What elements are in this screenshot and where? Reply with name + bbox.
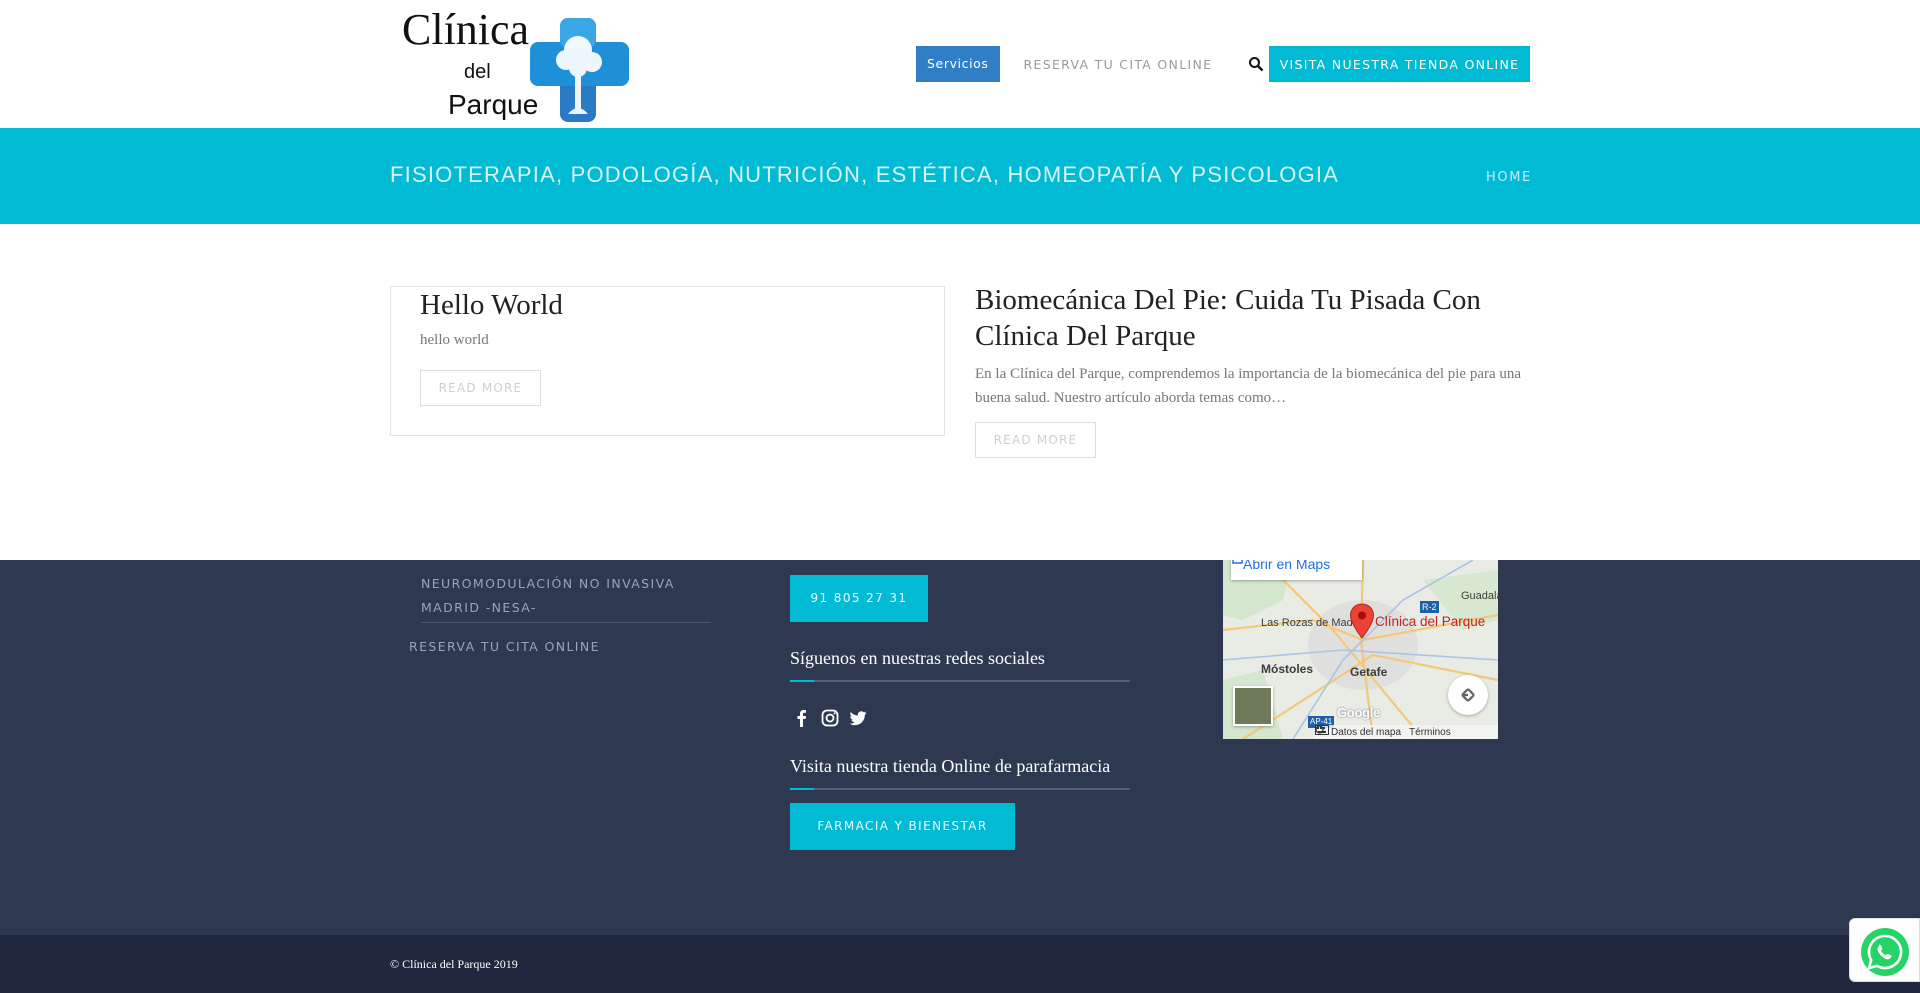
map-label-getafe: Getafe bbox=[1350, 665, 1388, 679]
bottom-bar: © Clínica del Parque 2019 bbox=[0, 935, 1920, 993]
search-icon[interactable] bbox=[1248, 56, 1264, 72]
social-heading: Síguenos en nuestras redes sociales bbox=[790, 648, 1045, 668]
page-title: FISIOTERAPIA, PODOLOGÍA, NUTRICIÓN, ESTÉ… bbox=[390, 162, 1340, 187]
heading-underline bbox=[790, 788, 1130, 790]
social-links bbox=[792, 708, 876, 728]
whatsapp-widget[interactable] bbox=[1849, 918, 1920, 982]
svg-text:del: del bbox=[464, 61, 491, 83]
post-card: Biomecánica Del Pie: Cuida Tu Pisada Con… bbox=[975, 282, 1535, 462]
footer-divider bbox=[421, 622, 711, 623]
phone-button[interactable]: 91 805 27 31 bbox=[790, 575, 928, 622]
map-footer-bar: Datos del mapa Términos bbox=[1315, 725, 1498, 739]
site-header: Clínica del Parque Servicios RESERVA TU … bbox=[0, 0, 1920, 128]
map-pin-icon[interactable] bbox=[1349, 603, 1375, 639]
whatsapp-icon bbox=[1861, 928, 1909, 976]
footer-service-link[interactable]: NEUROMODULACIÓN NO INVASIVA MADRID -NESA… bbox=[421, 572, 711, 620]
fullscreen-icon[interactable] bbox=[1448, 675, 1488, 715]
open-in-maps-link[interactable]: Abrir en Maps bbox=[1231, 560, 1362, 580]
copyright: © Clínica del Parque 2019 bbox=[390, 957, 518, 971]
heading-underline bbox=[790, 680, 1130, 682]
google-logo: Google bbox=[1337, 705, 1380, 720]
breadcrumb-home[interactable]: HOME bbox=[1486, 170, 1532, 185]
footer-reserva-link[interactable]: RESERVA TU CITA ONLINE bbox=[409, 639, 600, 654]
page-title-band: FISIOTERAPIA, PODOLOGÍA, NUTRICIÓN, ESTÉ… bbox=[0, 128, 1920, 224]
map-label-mostoles: Móstoles bbox=[1261, 662, 1314, 676]
post-excerpt: En la Clínica del Parque, comprendemos l… bbox=[975, 366, 1522, 406]
post-excerpt: hello world bbox=[420, 332, 489, 348]
logo-graphic: Clínica del Parque bbox=[402, 5, 629, 122]
site-footer: NEUROMODULACIÓN NO INVASIVA MADRID -NESA… bbox=[0, 560, 1920, 935]
map-label-r2: R-2 bbox=[1420, 601, 1439, 613]
google-map[interactable]: Las Rozas de Madrid Móstoles Getafe Guad… bbox=[1223, 560, 1498, 739]
nav-reserva-cita[interactable]: RESERVA TU CITA ONLINE bbox=[1024, 57, 1213, 72]
read-more-button[interactable]: READ MORE bbox=[975, 422, 1096, 458]
post-title[interactable]: Biomecánica Del Pie: Cuida Tu Pisada Con… bbox=[975, 282, 1535, 354]
svg-text:Parque: Parque bbox=[448, 89, 538, 120]
open-in-maps-label: Abrir en Maps bbox=[1243, 560, 1331, 572]
nav-servicios[interactable]: Servicios bbox=[916, 46, 1000, 82]
facebook-icon[interactable] bbox=[792, 708, 812, 728]
svg-text:Clínica: Clínica bbox=[402, 5, 529, 54]
read-more-button[interactable]: READ MORE bbox=[420, 370, 541, 406]
satellite-toggle[interactable] bbox=[1233, 686, 1273, 726]
shop-heading: Visita nuestra tienda Online de parafarm… bbox=[790, 756, 1111, 776]
visit-shop-button[interactable]: VISITA NUESTRA TIENDA ONLINE bbox=[1269, 46, 1530, 82]
map-data-link[interactable]: Datos del mapa bbox=[1331, 727, 1401, 738]
farmacia-button[interactable]: FARMACIA Y BIENESTAR bbox=[790, 803, 1015, 850]
post-title[interactable]: Hello World bbox=[420, 289, 563, 322]
twitter-icon[interactable] bbox=[848, 708, 868, 728]
map-terms-link[interactable]: Términos bbox=[1409, 727, 1451, 738]
main-nav: Servicios RESERVA TU CITA ONLINE bbox=[916, 46, 1264, 82]
map-place-label[interactable]: Clínica del Parque bbox=[1375, 614, 1485, 629]
instagram-icon[interactable] bbox=[820, 708, 840, 728]
clinic-logo[interactable]: Clínica del Parque bbox=[400, 2, 632, 122]
post-card: Hello World hello world READ MORE bbox=[390, 286, 945, 436]
map-label-guadala: Guadala bbox=[1461, 590, 1498, 602]
